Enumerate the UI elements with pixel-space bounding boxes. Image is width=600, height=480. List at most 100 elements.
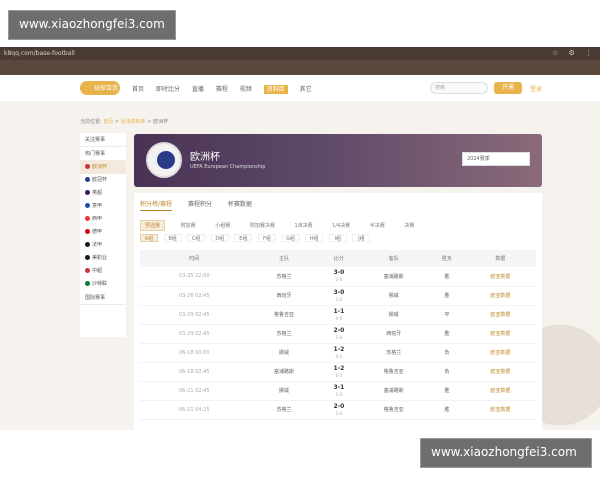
table-header: 时间 主队 比分 客队 胜负 数据 [140, 250, 536, 267]
match-result: 平 [429, 305, 465, 325]
tab-schedule[interactable]: 赛程积分 [188, 201, 212, 208]
nav-item-home[interactable]: 首页 [132, 86, 144, 93]
table-row[interactable]: 03-25 22:00 苏格兰 3-0 1-0 塞浦路斯胜欧亚数据 [140, 267, 536, 287]
sidebar-item-csl[interactable]: 中超 [80, 265, 126, 278]
match-score: 3-1 1-0 [319, 381, 359, 401]
home-team: 挪威 [248, 343, 320, 363]
browser-icons[interactable]: ☆ ⚙ ⋮ [552, 49, 596, 57]
table-row[interactable]: 06-21 04:25 苏格兰 2-0 1-0 格鲁吉亚胜欧亚数据 [140, 400, 536, 420]
sidebar-item-euro[interactable]: 欧洲杯 [80, 161, 126, 174]
sidebar-item-label: 沙特联 [92, 281, 108, 287]
league-icon [85, 164, 90, 169]
full-time-score: 1-2 [333, 345, 345, 353]
euro-emblem-icon [146, 142, 182, 178]
table-row[interactable]: 06-21 02:45 挪威 3-1 1-0 塞浦路斯胜欧亚数据 [140, 381, 536, 401]
round-item[interactable]: 预选赛 [140, 220, 166, 231]
tab-standings[interactable]: 积分榜/赛程 [140, 201, 173, 211]
watermark-top: www.xiaozhongfei3.com [8, 10, 176, 40]
breadcrumb-current: 欧洲杯 [153, 119, 169, 125]
match-result: 胜 [429, 381, 465, 401]
full-time-score: 3-1 [333, 383, 345, 391]
table-row[interactable]: 03-26 02:45 西班牙 3-0 1-0 挪威胜欧亚数据 [140, 286, 536, 306]
tab-cup-data[interactable]: 杯赛数据 [228, 201, 252, 208]
breadcrumb-home[interactable]: 首页 [103, 119, 113, 125]
match-table: 时间 主队 比分 客队 胜负 数据 03-25 22:00 苏格兰 3-0 1-0 塞浦… [140, 250, 536, 420]
nav-item-schedule[interactable]: 赛程 [216, 86, 228, 93]
match-data-link[interactable]: 欧亚数据 [464, 362, 536, 382]
full-time-score: 3-0 [333, 288, 345, 296]
round-item[interactable]: 附加赛 [177, 221, 200, 230]
header-score: 比分 [319, 250, 359, 267]
match-result: 胜 [429, 400, 465, 420]
nav-item-live-score[interactable]: 即时比分 [156, 86, 180, 93]
full-time-score: 2-0 [333, 326, 345, 334]
match-data-link[interactable]: 欧亚数据 [464, 343, 536, 363]
sidebar-item-ligue1[interactable]: 法甲 [80, 239, 126, 252]
match-data-link[interactable]: 欧亚数据 [464, 305, 536, 325]
table-row[interactable]: 03-29 02:45 苏格兰 2-0 1-0 西班牙胜欧亚数据 [140, 324, 536, 344]
league-icon [85, 281, 90, 286]
home-team: 塞浦路斯 [248, 362, 320, 382]
sidebar-item-spl[interactable]: 沙特联 [80, 278, 126, 291]
league-icon [85, 190, 90, 195]
table-row[interactable]: 06-18 00:00 挪威 1-2 0-0 苏格兰负欧亚数据 [140, 343, 536, 363]
nav-item-other[interactable]: 其它 [300, 86, 312, 93]
group-item[interactable]: J组 [352, 234, 371, 242]
sidebar-item-label: 欧洲杯 [92, 164, 108, 170]
main-panel: 积分榜/赛程 赛程积分 杯赛数据 预选赛 附加赛 小组赛 附加赛决赛 1/8决赛… [134, 193, 542, 430]
emblem-center [157, 151, 175, 169]
group-item[interactable]: B组 [163, 234, 182, 242]
half-time-score: 1-0 [335, 391, 343, 397]
sidebar-item-label: 中超 [92, 268, 103, 274]
sidebar-item-label: 英超 [92, 190, 103, 196]
sidebar-item-label: 西甲 [92, 216, 103, 222]
league-icon [85, 268, 90, 273]
sidebar-section-followed[interactable]: 关注赛事 [80, 133, 126, 147]
match-data-link[interactable]: 欧亚数据 [464, 324, 536, 344]
sidebar-section-hot[interactable]: 热门赛事 [80, 147, 126, 161]
match-data-link[interactable]: 欧亚数据 [464, 400, 536, 420]
match-data-link[interactable]: 欧亚数据 [464, 381, 536, 401]
round-item[interactable]: 决赛 [400, 221, 418, 230]
header-data: 数据 [464, 250, 536, 267]
group-item[interactable]: I组 [328, 234, 347, 242]
sidebar-item-mls[interactable]: 美职业 [80, 252, 126, 265]
nav-item-video[interactable]: 视频 [240, 86, 252, 93]
sidebar-item-label: 美职业 [92, 255, 108, 261]
nav-item-live[interactable]: 直播 [192, 86, 204, 93]
away-team: 塞浦路斯 [358, 267, 430, 287]
sidebar-item-seriea[interactable]: 意甲 [80, 200, 126, 213]
round-item[interactable]: 1/8决赛 [290, 221, 316, 230]
match-data-link[interactable]: 欧亚数据 [464, 267, 536, 287]
page: 球探百货 首页 即时比分 直播 赛程 视频 资料库 其它 搜索 开通 登录 当前… [0, 75, 600, 430]
round-item[interactable]: 半决赛 [366, 221, 389, 230]
sidebar-item-laliga[interactable]: 西甲 [80, 213, 126, 226]
table-row[interactable]: 03-29 02:45 格鲁吉亚 1-1 0-0 挪威平欧亚数据 [140, 305, 536, 325]
group-item[interactable]: C组 [187, 234, 206, 242]
login-link[interactable]: 登录 [530, 84, 542, 93]
sidebar-item-bundesliga[interactable]: 德甲 [80, 226, 126, 239]
sidebar-section-international[interactable]: 国际赛事 [80, 291, 126, 305]
round-item[interactable]: 附加赛决赛 [246, 221, 279, 230]
group-item[interactable]: D组 [210, 234, 229, 242]
group-item[interactable]: E组 [234, 234, 253, 242]
address-bar[interactable]: k8qq.com/base-football [4, 50, 75, 57]
sidebar-item-ucl[interactable]: 欧冠杯 [80, 174, 126, 187]
match-score: 2-0 1-0 [319, 324, 359, 344]
nav-item-database[interactable]: 资料库 [263, 85, 288, 94]
search-input[interactable]: 搜索 [430, 82, 488, 94]
group-item[interactable]: A组 [140, 234, 158, 242]
round-item[interactable]: 小组赛 [211, 221, 234, 230]
group-item[interactable]: F组 [257, 234, 276, 242]
breadcrumb-section[interactable]: 足球资料库 [121, 119, 146, 125]
league-icon [85, 255, 90, 260]
season-select[interactable]: 2024赛季 [462, 152, 530, 166]
table-row[interactable]: 06-18 02:45 塞浦路斯 1-2 0-2 格鲁吉亚负欧亚数据 [140, 362, 536, 382]
half-time-score: 1-0 [335, 296, 343, 302]
group-item[interactable]: G组 [281, 234, 300, 242]
round-item[interactable]: 1/4决赛 [328, 221, 354, 230]
sidebar-item-epl[interactable]: 英超 [80, 187, 126, 200]
match-data-link[interactable]: 欧亚数据 [464, 286, 536, 306]
group-item[interactable]: H组 [305, 234, 324, 242]
open-button[interactable]: 开通 [494, 82, 522, 94]
